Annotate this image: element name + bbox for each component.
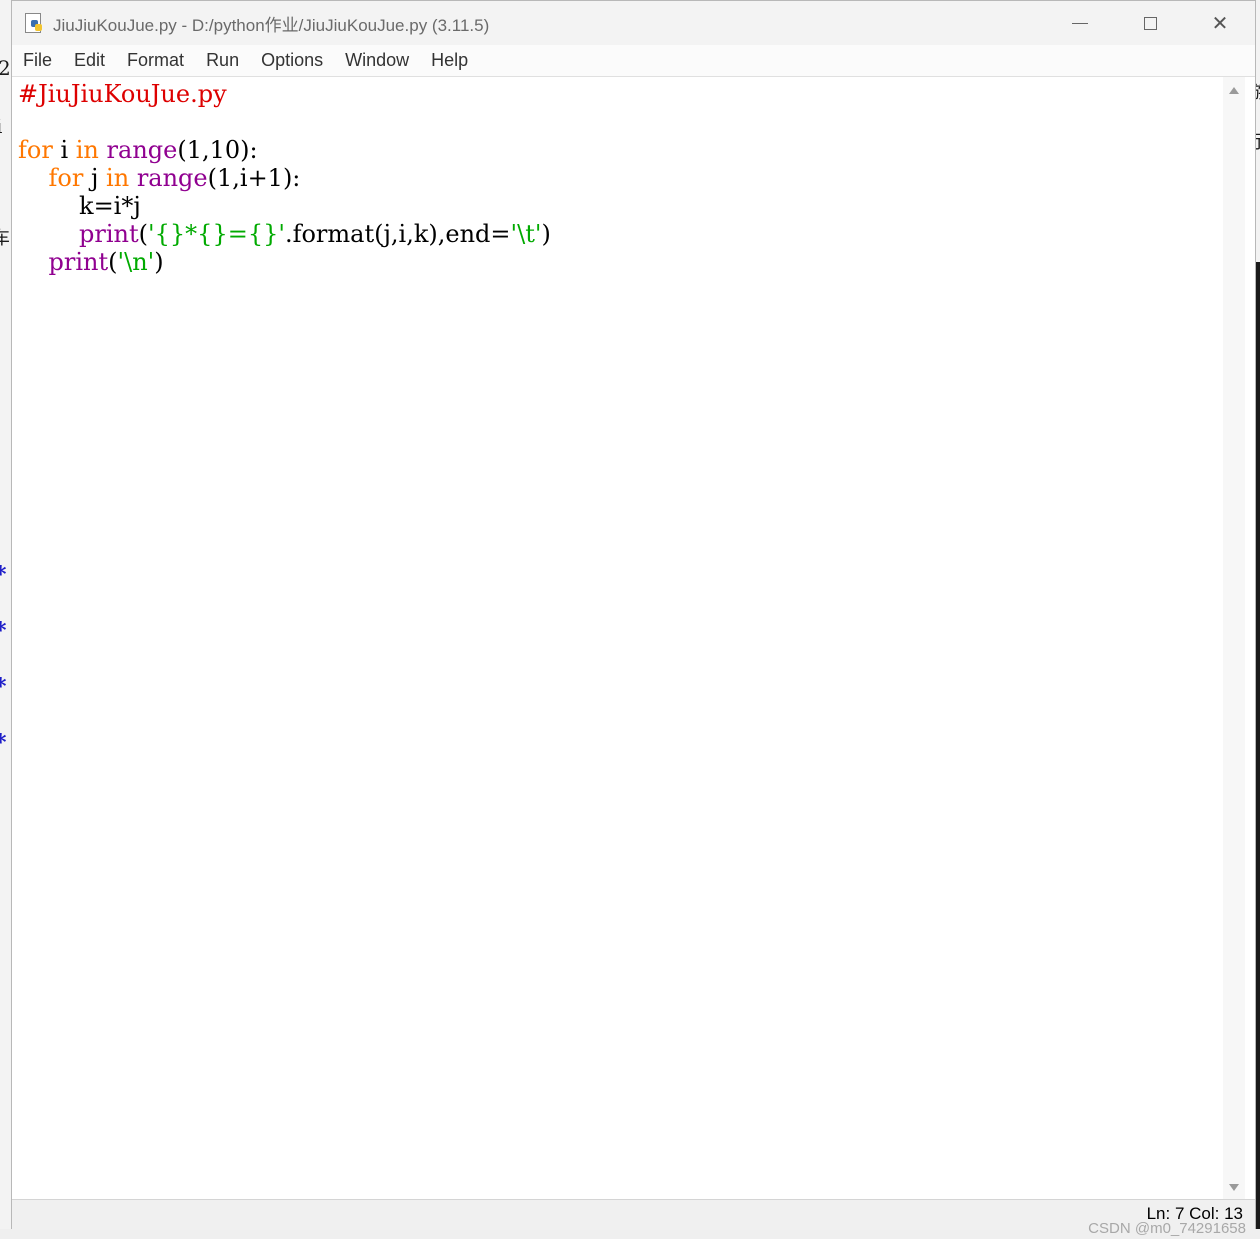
code-builtin: range <box>136 164 208 192</box>
code-text: k=i*j <box>18 192 141 220</box>
code-editor[interactable]: #JiuJiuKouJue.py for i in range(1,10): f… <box>12 77 1222 1199</box>
menu-file[interactable]: File <box>12 50 63 71</box>
code-builtin: print <box>48 248 109 276</box>
background-text-fragment: i <box>0 114 2 138</box>
code-line-5: k=i*j <box>18 192 141 220</box>
background-star-fragment: * <box>0 674 7 700</box>
code-line-6: print('{}*{}={}'.format(j,i,k),end='\t') <box>18 220 551 248</box>
code-line-3: for i in range(1,10): <box>18 136 258 164</box>
python-file-icon <box>23 12 45 34</box>
code-line-1: #JiuJiuKouJue.py <box>18 80 227 108</box>
code-builtin: range <box>106 136 178 164</box>
code-comment: #JiuJiuKouJue.py <box>18 80 227 108</box>
vertical-scrollbar[interactable] <box>1223 77 1245 1199</box>
code-line-4: for j in range(1,i+1): <box>18 164 301 192</box>
code-text: i <box>52 136 76 164</box>
code-string: '\t' <box>510 220 542 248</box>
code-text: (1,10): <box>177 136 258 164</box>
code-text: j <box>83 164 107 192</box>
title-bar[interactable]: JiuJiuKouJue.py - D:/python作业/JiuJiuKouJ… <box>12 1 1255 45</box>
background-star-fragment: * <box>0 730 7 756</box>
code-keyword: for <box>48 164 84 192</box>
code-text: ) <box>154 248 164 276</box>
code-text: ) <box>541 220 551 248</box>
code-text: ( <box>138 220 149 248</box>
menu-options[interactable]: Options <box>250 50 334 71</box>
watermark: CSDN @m0_74291658 <box>1088 1220 1246 1237</box>
background-star-fragment: * <box>0 562 7 588</box>
menu-window[interactable]: Window <box>334 50 420 71</box>
idle-editor-window: JiuJiuKouJue.py - D:/python作业/JiuJiuKouJ… <box>11 0 1256 1230</box>
maximize-button[interactable] <box>1115 1 1185 45</box>
close-button[interactable]: ✕ <box>1185 1 1255 45</box>
code-keyword: for <box>18 136 53 164</box>
menu-edit[interactable]: Edit <box>63 50 116 71</box>
scroll-up-icon[interactable] <box>1229 87 1239 94</box>
scroll-down-icon[interactable] <box>1229 1184 1239 1191</box>
menu-format[interactable]: Format <box>116 50 195 71</box>
minimize-button[interactable] <box>1045 1 1115 45</box>
code-text: ( <box>108 248 118 276</box>
code-keyword: in <box>75 136 99 164</box>
code-text: (1,i+1): <box>207 164 301 192</box>
menu-bar: File Edit Format Run Options Window Help <box>12 45 1255 77</box>
code-keyword: in <box>106 164 130 192</box>
window-controls: ✕ <box>1045 1 1255 45</box>
background-desktop-bottom <box>0 1229 1260 1239</box>
code-string: '\n' <box>117 248 155 276</box>
background-star-fragment: * <box>0 618 7 644</box>
window-title: JiuJiuKouJue.py - D:/python作业/JiuJiuKouJ… <box>53 15 490 35</box>
maximize-icon <box>1143 16 1157 30</box>
code-line-7: print('\n') <box>18 248 164 276</box>
code-text: .format(j,i,k),end= <box>284 220 511 248</box>
status-bar: Ln: 7 Col: 13 <box>12 1199 1255 1230</box>
close-icon: ✕ <box>1211 12 1229 35</box>
code-string: '{}*{}={}' <box>148 220 285 248</box>
code-builtin: print <box>79 220 139 248</box>
background-text-fragment: 车 <box>0 228 10 249</box>
menu-run[interactable]: Run <box>195 50 250 71</box>
background-text-fragment: 2 <box>0 56 11 80</box>
menu-help[interactable]: Help <box>420 50 479 71</box>
minimize-icon <box>1072 22 1088 24</box>
